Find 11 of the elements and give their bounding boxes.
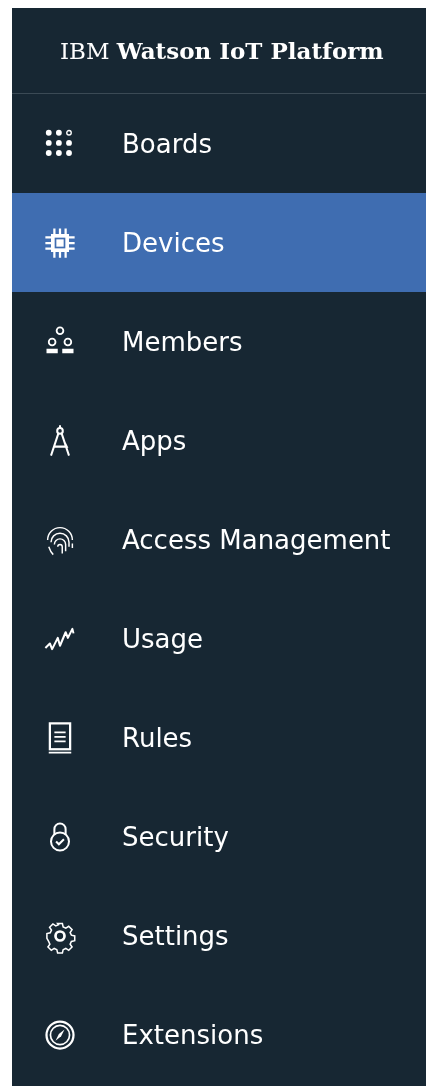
nav-item[interactable]: Boards bbox=[12, 94, 426, 193]
nav-item[interactable]: Rules bbox=[12, 688, 426, 787]
nav-item[interactable]: Usage bbox=[12, 589, 426, 688]
nav-item[interactable]: Security bbox=[12, 787, 426, 886]
nav-item[interactable]: Devices bbox=[12, 193, 426, 292]
nav-item[interactable]: Extensions bbox=[12, 985, 426, 1084]
app-title: IBM Watson IoT Platform bbox=[60, 37, 384, 64]
nav-item[interactable]: Apps bbox=[12, 391, 426, 490]
nav-item[interactable]: Access Management bbox=[12, 490, 426, 589]
nav-item[interactable]: Members bbox=[12, 292, 426, 391]
nav-item[interactable]: Settings bbox=[12, 886, 426, 985]
